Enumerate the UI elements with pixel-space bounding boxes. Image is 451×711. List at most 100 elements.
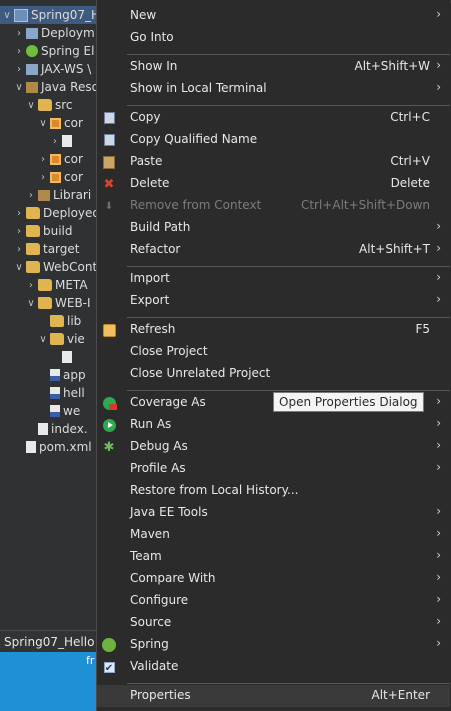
tree-item[interactable]: › Spring El: [0, 42, 94, 60]
tree-item[interactable]: ∨ Java Reso: [0, 78, 99, 96]
tree-item[interactable]: [0, 348, 75, 366]
expand-right-icon[interactable]: ›: [14, 28, 24, 39]
menu-item-source[interactable]: Source ›: [97, 612, 450, 634]
menu-item-refresh[interactable]: Refresh F5: [97, 319, 450, 341]
tree-item-label: src: [55, 98, 73, 112]
menu-item-shortcut: Ctrl+C: [390, 110, 430, 124]
menu-item-restore-from-local-history[interactable]: Restore from Local History...: [97, 480, 450, 502]
tree-item[interactable]: › Librari: [0, 186, 91, 204]
expand-down-icon[interactable]: ∨: [2, 10, 12, 21]
submenu-arrow-icon: ›: [436, 292, 441, 306]
folder-icon: [50, 333, 64, 345]
submenu-arrow-icon: ›: [436, 241, 441, 255]
tooltip: Open Properties Dialog: [273, 392, 424, 412]
tree-item[interactable]: › META: [0, 276, 88, 294]
tree-item[interactable]: ∨ WebCont: [0, 258, 97, 276]
tree-item-label: vie: [67, 332, 85, 346]
tree-item-label: build: [43, 224, 73, 238]
menu-item-label: Configure: [130, 593, 189, 607]
tree-item[interactable]: › target: [0, 240, 80, 258]
tree-item[interactable]: › Deploym: [0, 24, 95, 42]
submenu-arrow-icon: ›: [436, 438, 441, 452]
menu-item-compare-with[interactable]: Compare With ›: [97, 568, 450, 590]
menu-item-label: Refactor: [130, 242, 181, 256]
menu-item-profile-as[interactable]: Profile As ›: [97, 458, 450, 480]
tree-item[interactable]: › Deployed: [0, 204, 100, 222]
coverage-icon: [102, 396, 117, 410]
menu-item-export[interactable]: Export ›: [97, 290, 450, 312]
tree-item[interactable]: ∨ src: [0, 96, 73, 114]
expand-right-icon[interactable]: ›: [50, 136, 60, 147]
menu-item-close-project[interactable]: Close Project: [97, 341, 450, 363]
bottom-console-panel: fr: [0, 652, 96, 711]
deployed-resources-icon: [26, 207, 40, 219]
bottom-view-tab[interactable]: Spring07_Hello: [0, 630, 96, 653]
copy-icon: [102, 111, 116, 125]
menu-item-paste[interactable]: Paste Ctrl+V: [97, 151, 450, 173]
tree-item[interactable]: hell: [0, 384, 85, 402]
menu-item-go-into[interactable]: Go Into: [97, 27, 450, 49]
expand-right-icon[interactable]: ›: [14, 244, 24, 255]
expand-down-icon[interactable]: ∨: [26, 100, 36, 111]
expand-down-icon[interactable]: ∨: [38, 118, 48, 129]
expand-right-icon[interactable]: ›: [38, 154, 48, 165]
copy-qualified-icon: [102, 133, 116, 147]
tree-item[interactable]: › JAX-WS \: [0, 60, 91, 78]
menu-item-close-unrelated-project[interactable]: Close Unrelated Project: [97, 363, 450, 385]
tree-item-label: target: [43, 242, 80, 256]
tree-item[interactable]: › cor: [0, 150, 83, 168]
tree-item[interactable]: we: [0, 402, 80, 420]
menu-item-spring[interactable]: Spring ›: [97, 634, 450, 656]
tree-item-label: cor: [64, 116, 83, 130]
xml-file-icon: [50, 387, 60, 399]
tree-item[interactable]: ›: [0, 132, 75, 150]
tree-item[interactable]: › build: [0, 222, 73, 240]
tree-item-label: cor: [64, 152, 83, 166]
menu-item-new[interactable]: New ›: [97, 5, 450, 27]
menu-item-show-in-local-terminal[interactable]: Show in Local Terminal ›: [97, 78, 450, 100]
tree-item[interactable]: ∨ Spring07_H: [0, 6, 100, 24]
menu-item-run-as[interactable]: Run As ›: [97, 414, 450, 436]
menu-item-copy[interactable]: Copy Ctrl+C: [97, 107, 450, 129]
menu-item-import[interactable]: Import ›: [97, 268, 450, 290]
expand-right-icon[interactable]: ›: [14, 64, 24, 75]
menu-item-shortcut: Alt+Shift+T: [359, 242, 430, 256]
menu-item-shortcut: F5: [415, 322, 430, 336]
expand-down-icon[interactable]: ∨: [14, 82, 24, 93]
expand-right-icon[interactable]: ›: [38, 172, 48, 183]
expand-right-icon[interactable]: ›: [14, 226, 24, 237]
menu-separator: [127, 54, 450, 55]
menu-item-show-in[interactable]: Show In Alt+Shift+W ›: [97, 56, 450, 78]
menu-item-build-path[interactable]: Build Path ›: [97, 217, 450, 239]
tree-item[interactable]: pom.xml: [0, 438, 92, 456]
menu-item-configure[interactable]: Configure ›: [97, 590, 450, 612]
tree-item[interactable]: app: [0, 366, 86, 384]
tree-item-label: Spring07_H: [31, 8, 100, 22]
tree-item[interactable]: › cor: [0, 168, 83, 186]
expand-down-icon[interactable]: ∨: [38, 334, 48, 345]
expand-right-icon[interactable]: ›: [14, 46, 24, 57]
tab-label: Spring07_Hello: [4, 635, 95, 649]
menu-item-team[interactable]: Team ›: [97, 546, 450, 568]
expand-right-icon[interactable]: ›: [26, 280, 36, 291]
tree-item[interactable]: ∨ cor: [0, 114, 83, 132]
menu-item-debug-as[interactable]: ✱ Debug As ›: [97, 436, 450, 458]
submenu-arrow-icon: ›: [436, 592, 441, 606]
expand-right-icon[interactable]: ›: [26, 190, 36, 201]
menu-item-properties[interactable]: Properties Alt+Enter: [97, 685, 450, 707]
tree-item[interactable]: lib: [0, 312, 81, 330]
menu-item-copy-qualified-name[interactable]: Copy Qualified Name: [97, 129, 450, 151]
menu-item-validate[interactable]: ✔ Validate: [97, 656, 450, 678]
expand-down-icon[interactable]: ∨: [26, 298, 36, 309]
tree-item[interactable]: ∨ vie: [0, 330, 85, 348]
menu-item-java-ee-tools[interactable]: Java EE Tools ›: [97, 502, 450, 524]
expand-right-icon[interactable]: ›: [14, 208, 24, 219]
menu-item-refactor[interactable]: Refactor Alt+Shift+T ›: [97, 239, 450, 261]
package-icon: [50, 153, 61, 165]
tree-item[interactable]: index.: [0, 420, 88, 438]
menu-item-delete[interactable]: ✖ Delete Delete: [97, 173, 450, 195]
menu-item-maven[interactable]: Maven ›: [97, 524, 450, 546]
tree-item[interactable]: ∨ WEB-I: [0, 294, 90, 312]
expand-down-icon[interactable]: ∨: [14, 262, 24, 273]
tree-item-label: Spring El: [41, 44, 95, 58]
